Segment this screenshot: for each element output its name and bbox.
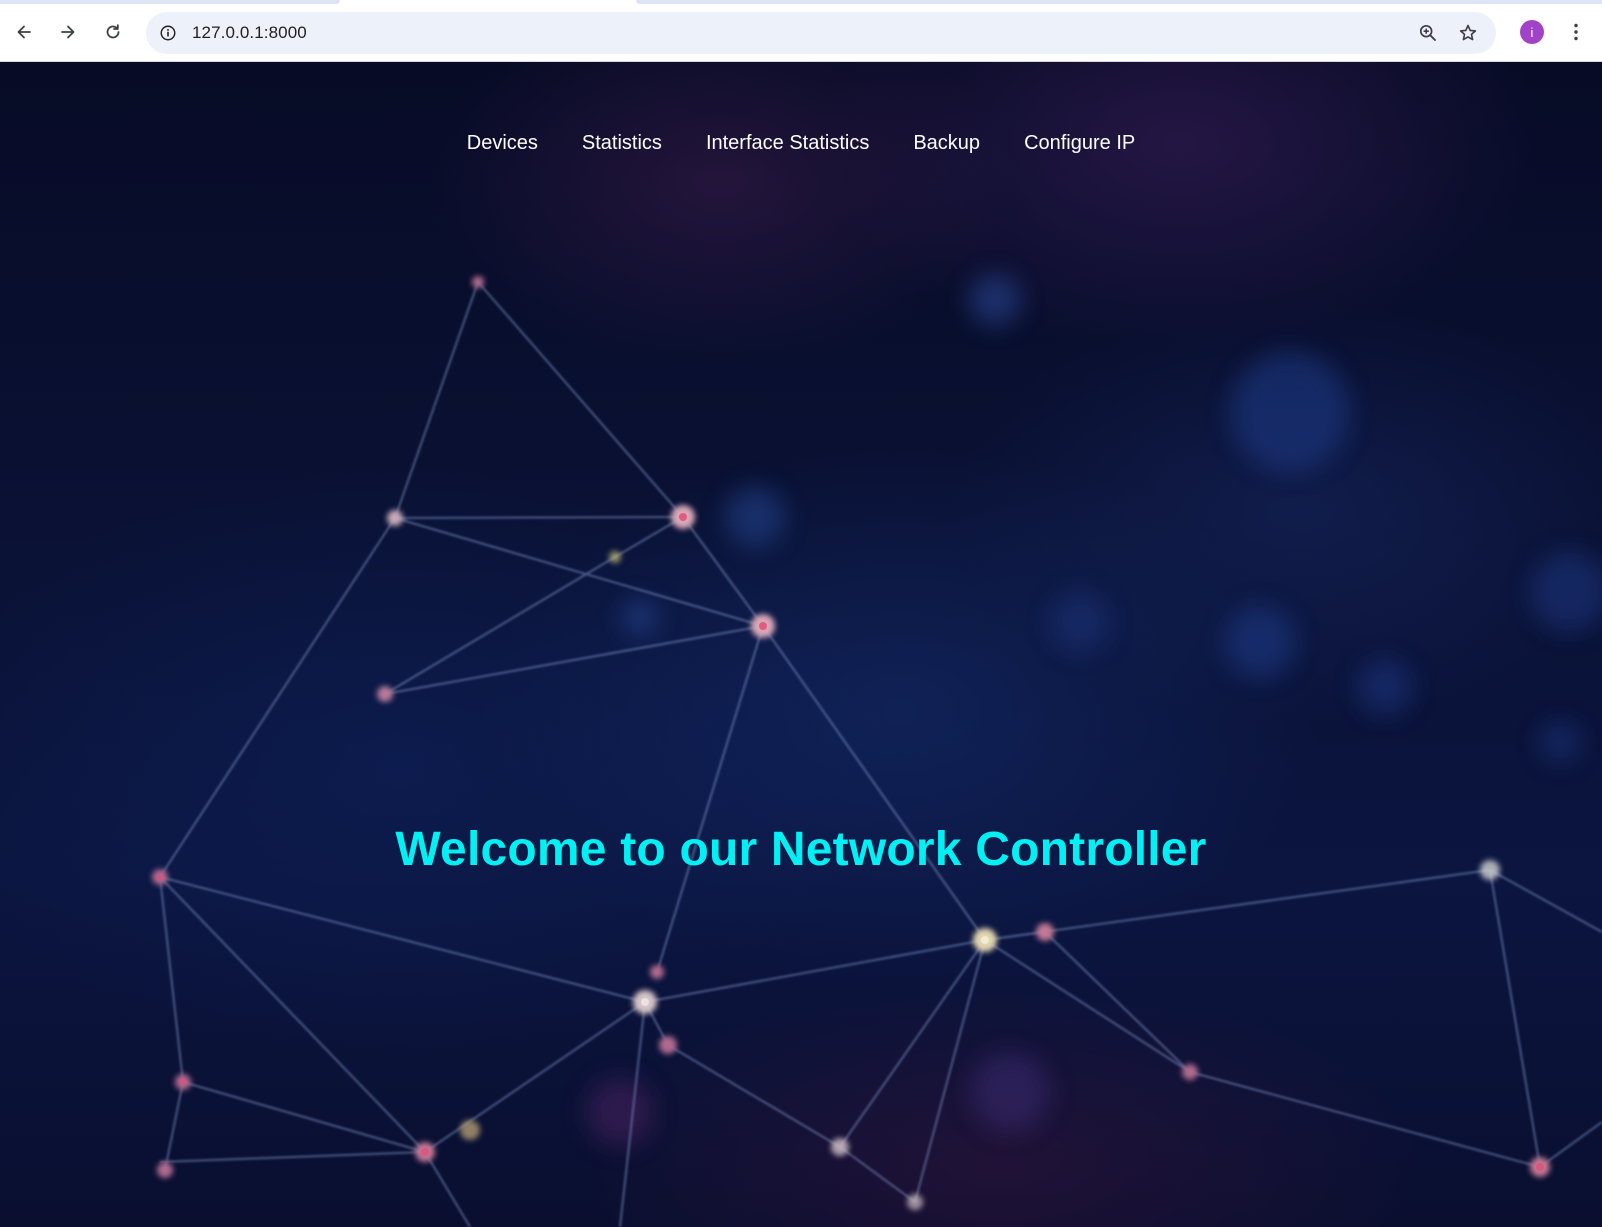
address-bar[interactable]: 127.0.0.1:8000 — [146, 12, 1496, 54]
tab-strip-edge — [0, 0, 340, 4]
nav-link-interface-statistics[interactable]: Interface Statistics — [706, 132, 869, 155]
arrow-right-icon — [61, 25, 75, 39]
reload-icon — [106, 24, 120, 39]
main-nav: Devices Statistics Interface Statistics … — [0, 132, 1602, 155]
arrow-left-icon — [17, 25, 31, 39]
info-icon[interactable] — [156, 21, 180, 45]
page-viewport: Devices Statistics Interface Statistics … — [0, 62, 1602, 1227]
tab-strip-edge — [636, 0, 1602, 4]
back-button[interactable] — [8, 16, 40, 48]
forward-button[interactable] — [52, 16, 84, 48]
nav-link-configure-ip[interactable]: Configure IP — [1024, 132, 1135, 155]
zoom-in-icon[interactable] — [1416, 21, 1440, 45]
browser-chrome: 127.0.0.1:8000 i — [0, 0, 1602, 62]
profile-avatar[interactable]: i — [1520, 20, 1544, 44]
nav-link-statistics[interactable]: Statistics — [582, 132, 662, 155]
url-text[interactable]: 127.0.0.1:8000 — [192, 23, 307, 43]
nav-link-backup[interactable]: Backup — [913, 132, 980, 155]
network-background-image — [152, 274, 1602, 1227]
reload-button[interactable] — [97, 16, 129, 48]
star-icon[interactable] — [1456, 21, 1480, 45]
nav-link-devices[interactable]: Devices — [467, 132, 538, 155]
page-title: Welcome to our Network Controller — [395, 823, 1207, 876]
kebab-menu-icon[interactable] — [1566, 18, 1586, 46]
